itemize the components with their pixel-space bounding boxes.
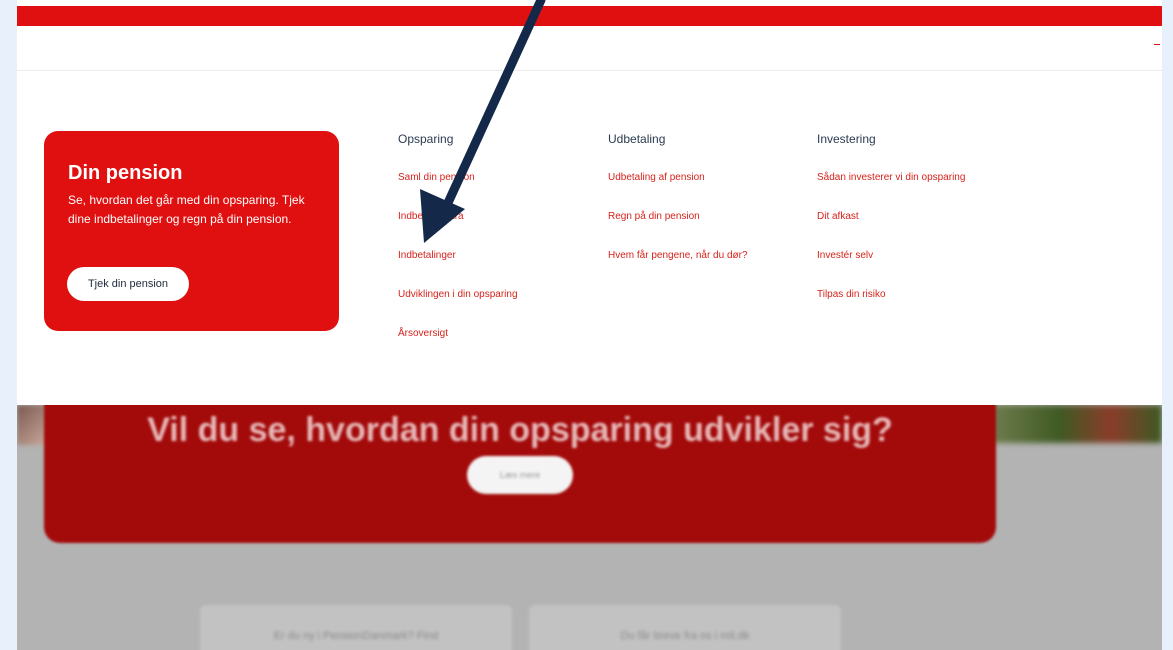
- top-red-bar: [17, 6, 1162, 26]
- menu-link-aarsoversigt[interactable]: Årsoversigt: [398, 326, 518, 342]
- menu-link-udviklingen[interactable]: Udviklingen i din opsparing: [398, 287, 518, 303]
- menu-link-saml-din-pension[interactable]: Saml din pension: [398, 170, 518, 186]
- promo-text: Se, hvordan det går med din opsparing. T…: [68, 193, 305, 226]
- promo-card: Din pension Se, hvordan det går med din …: [44, 131, 339, 331]
- info-card[interactable]: Er du ny i PensionDanmark? Find: [200, 605, 512, 650]
- menu-heading-opsparing: Opsparing: [398, 132, 454, 146]
- menu-heading-investering: Investering: [817, 132, 876, 146]
- background-photo-right: [992, 405, 1162, 443]
- menu-link-dit-afkast[interactable]: Dit afkast: [817, 209, 965, 225]
- menu-link-indbetal-ekstra[interactable]: Indbetal ekstra: [398, 209, 518, 225]
- info-card-text: Du får breve fra os i mit.dk: [620, 630, 750, 642]
- check-pension-button[interactable]: Tjek din pension: [67, 267, 189, 301]
- menu-link-hvem-faar-pengene[interactable]: Hvem får pengene, når du dør?: [608, 248, 748, 264]
- header-nav: [17, 26, 1162, 71]
- read-more-button[interactable]: Læs mere: [467, 456, 573, 494]
- menu-heading-udbetaling: Udbetaling: [608, 132, 666, 146]
- hero-banner: Vil du se, hvordan din opsparing udvikle…: [44, 405, 996, 543]
- menu-column-udbetaling: Udbetaling Udbetaling af pension Regn på…: [608, 131, 748, 287]
- mega-menu: Din pension Se, hvordan det går med din …: [17, 72, 1162, 405]
- info-card-text: Er du ny i PensionDanmark? Find: [273, 630, 439, 642]
- page-frame: Din pension Se, hvordan det går med din …: [17, 0, 1162, 650]
- menu-link-saadan-investerer-vi[interactable]: Sådan investerer vi din opsparing: [817, 170, 965, 186]
- menu-link-investeer-selv[interactable]: Investér selv: [817, 248, 965, 264]
- info-card[interactable]: Du får breve fra os i mit.dk: [529, 605, 841, 650]
- promo-title: Din pension: [68, 162, 183, 184]
- background-photo-left: [17, 405, 47, 445]
- menu-link-udbetaling-af-pension[interactable]: Udbetaling af pension: [608, 170, 748, 186]
- menu-link-indbetalinger[interactable]: Indbetalinger: [398, 248, 518, 264]
- menu-column-investering: Investering Sådan investerer vi din opsp…: [817, 131, 965, 326]
- menu-column-opsparing: Opsparing Saml din pension Indbetal ekst…: [398, 131, 518, 365]
- menu-link-tilpas-din-risiko[interactable]: Tilpas din risiko: [817, 287, 965, 303]
- hero-banner-title: Vil du se, hvordan din opsparing udvikle…: [147, 411, 893, 449]
- page-background-blurred: Vil du se, hvordan din opsparing udvikle…: [17, 405, 1162, 650]
- nav-active-indicator: [1154, 44, 1160, 45]
- menu-link-regn-paa-din-pension[interactable]: Regn på din pension: [608, 209, 748, 225]
